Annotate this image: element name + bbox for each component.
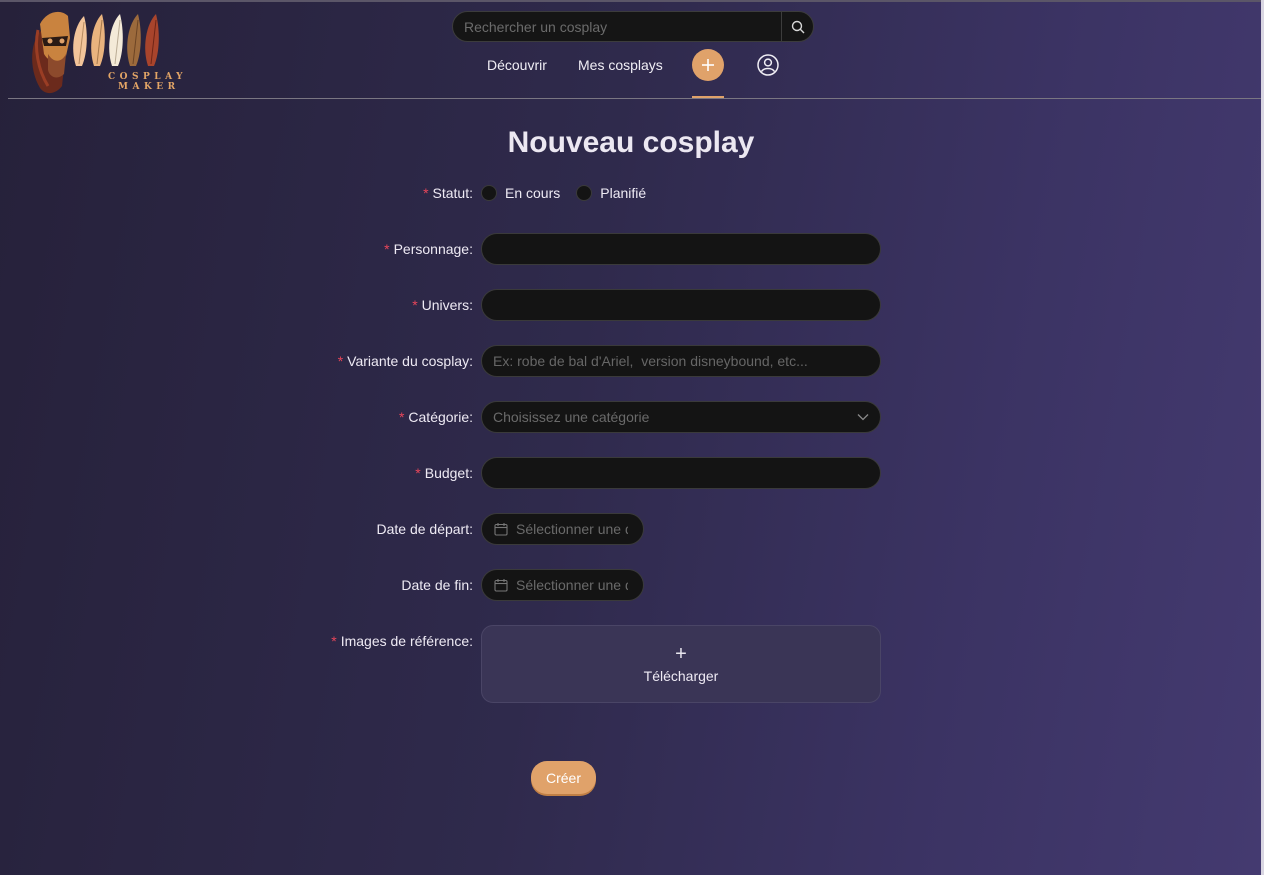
budget-row: * Budget: [0,457,1264,489]
search-bar [452,11,814,42]
status-radio-group: En cours Planifié [481,177,662,209]
category-select[interactable]: Choisissez une catégorie [481,401,881,433]
start-date-label: Date de départ: [376,521,473,537]
end-date-row: Date de fin: Sélectionner une date [0,569,1264,601]
logo-text-line2: MAKER [118,82,180,92]
calendar-icon [494,523,508,536]
category-row: * Catégorie: Choisissez une catégorie [0,401,1264,433]
window-top-border [0,0,1264,2]
end-date-label: Date de fin: [401,577,473,593]
end-date-placeholder: Sélectionner une date [516,577,628,593]
page-title: Nouveau cosplay [507,126,755,159]
status-option-in-progress[interactable]: En cours [481,185,560,201]
upload-label: Télécharger [643,668,719,684]
start-date-row: Date de départ: Sélectionner une date [0,513,1264,545]
status-option-planned[interactable]: Planifié [576,185,646,201]
variant-row: * Variante du cosplay: [0,345,1264,377]
status-label: * Statut: [423,185,473,201]
chevron-down-icon [857,414,869,421]
search-input[interactable] [453,12,781,41]
profile-button[interactable] [756,53,780,77]
variant-input[interactable] [481,345,881,377]
required-mark: * [423,185,429,201]
radio-button[interactable] [576,185,593,201]
app-logo[interactable]: COSPLAY MAKER [26,8,183,96]
header-divider [8,98,1261,99]
universe-input[interactable] [481,289,881,321]
universe-label: * Univers: [412,297,473,313]
variant-label: * Variante du cosplay: [337,353,473,369]
budget-label: * Budget: [415,465,473,481]
main-nav: Découvrir Mes cosplays [470,44,796,99]
plus-icon [702,59,714,71]
add-cosplay-button[interactable] [692,49,724,81]
status-row: * Statut: En cours Planifié [0,177,1264,209]
radio-label: Planifié [600,185,647,201]
character-label: * Personnage: [384,241,473,257]
nav-my-cosplays[interactable]: Mes cosplays [578,57,663,73]
universe-row: * Univers: [0,289,1264,321]
character-input[interactable] [481,233,881,265]
radio-label: En cours [505,185,561,201]
user-circle-icon [757,54,779,76]
search-icon [791,20,804,33]
radio-button[interactable] [481,185,497,201]
category-label: * Catégorie: [398,409,473,425]
category-placeholder: Choisissez une catégorie [493,409,650,425]
nav-discover[interactable]: Découvrir [487,57,547,73]
plus-icon: + [675,643,687,665]
budget-input[interactable] [481,457,881,489]
start-date-placeholder: Sélectionner une date [516,521,628,537]
end-date-picker[interactable]: Sélectionner une date [481,569,644,601]
start-date-picker[interactable]: Sélectionner une date [481,513,644,545]
character-row: * Personnage: [0,233,1264,265]
logo-text-line1: COSPLAY [108,72,188,82]
upload-dropzone[interactable]: + Télécharger [481,625,881,703]
images-label: * Images de référence: [331,633,473,649]
create-button[interactable]: Créer [531,761,596,794]
calendar-icon [494,579,508,592]
search-button[interactable] [781,12,813,41]
